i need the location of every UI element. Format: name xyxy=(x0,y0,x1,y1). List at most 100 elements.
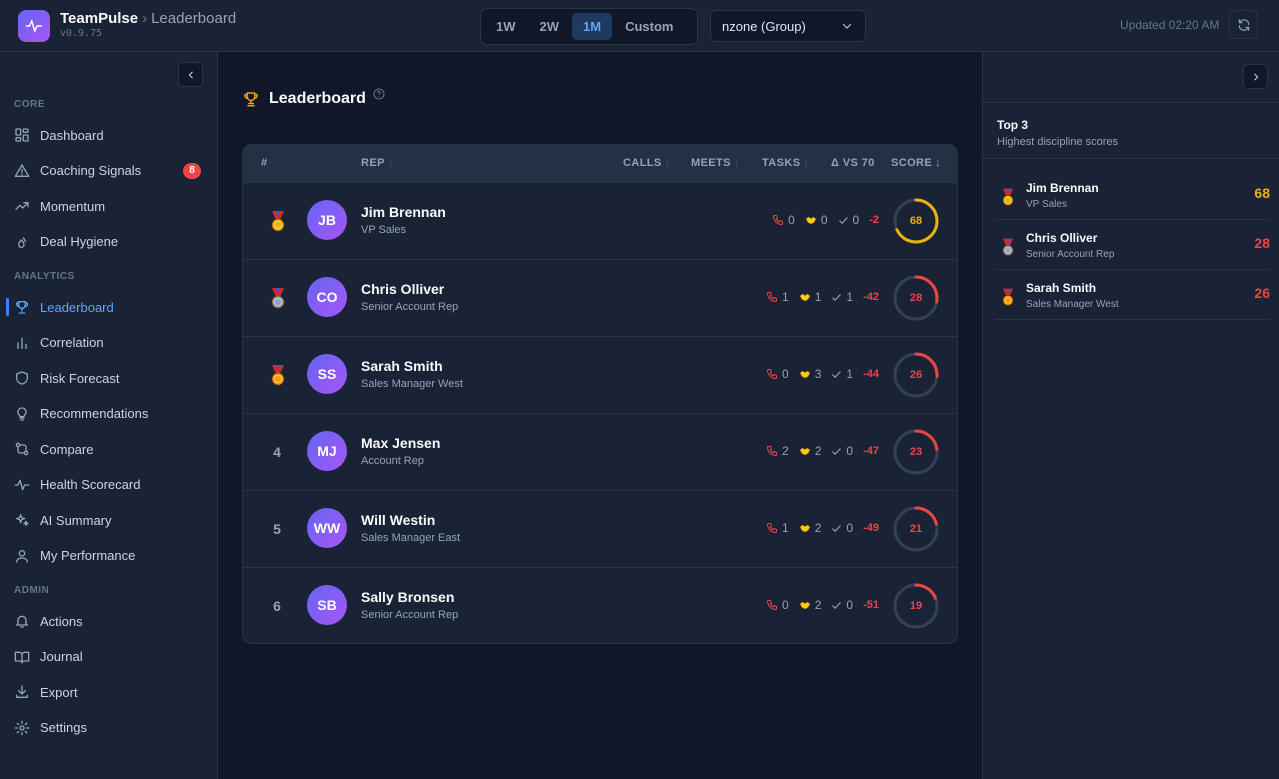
sidebar-item-momentum[interactable]: Momentum xyxy=(0,191,217,221)
sidebar-item-deal-hygiene[interactable]: Deal Hygiene xyxy=(0,227,217,257)
tasks-stat: 0 xyxy=(831,598,853,612)
handshake-icon xyxy=(799,293,811,302)
avatar: SS xyxy=(307,354,347,394)
table-row[interactable]: 6 SB Sally Bronsen Senior Account Rep 0 2 0 -51… xyxy=(243,567,957,643)
calls-stat: 0 xyxy=(766,598,789,612)
rep-name[interactable]: Max Jensen xyxy=(361,435,440,451)
sort-icon: ↕ xyxy=(803,157,809,169)
table-row[interactable]: 4 MJ Max Jensen Account Rep 2 2 0 -47 23 xyxy=(243,413,957,490)
rep-name[interactable]: Sarah Smith xyxy=(361,358,443,374)
page-header: Leaderboard xyxy=(242,88,385,108)
chevron-down-icon xyxy=(842,23,852,29)
score-value: 28 xyxy=(909,292,923,304)
col-score[interactable]: SCORE ↓ xyxy=(891,157,941,169)
sidebar-item-coaching-signals[interactable]: Coaching Signals 8 xyxy=(0,156,217,186)
handshake-icon xyxy=(799,447,811,456)
medal-bronze-icon xyxy=(266,363,290,392)
sidebar-item-health-scorecard[interactable]: Health Scorecard xyxy=(0,470,217,500)
top3-item[interactable]: Sarah Smith Sales Manager West 26 xyxy=(995,270,1270,320)
gear-icon xyxy=(14,720,30,736)
range-button-1w[interactable]: 1W xyxy=(485,13,527,40)
group-select[interactable]: nzone (Group) xyxy=(710,10,866,42)
sidebar-item-dashboard[interactable]: Dashboard xyxy=(0,120,217,150)
activity-stats: 2 2 0 -47 xyxy=(756,444,879,458)
rep-role: Senior Account Rep xyxy=(361,301,459,313)
check-icon xyxy=(832,601,842,609)
leaderboard-table: # REP ↕ CALLS ↕ MEETS ↕ TASKS ↕ Δ VS 70 SCOR… xyxy=(242,144,958,644)
sidebar-item-leaderboard[interactable]: Leaderboard xyxy=(0,292,217,322)
trophy-icon xyxy=(14,299,30,315)
app-name: TeamPulse xyxy=(60,10,139,27)
col-rep[interactable]: REP ↕ xyxy=(361,157,393,169)
range-button-1m[interactable]: 1M xyxy=(572,13,613,40)
avatar: SB xyxy=(307,585,347,625)
sidebar-item-risk-forecast[interactable]: Risk Forecast xyxy=(0,363,217,393)
rep-role: Sales Manager West xyxy=(361,378,463,390)
delta-vs-target: -49 xyxy=(863,522,879,534)
calls-count: 1 xyxy=(782,290,789,304)
top3-role: VP Sales xyxy=(1026,199,1067,210)
table-header: # REP ↕ CALLS ↕ MEETS ↕ TASKS ↕ Δ VS 70 SCOR… xyxy=(243,145,957,182)
group-select-value: nzone (Group) xyxy=(722,18,806,34)
table-row[interactable]: SS Sarah Smith Sales Manager West 0 3 1 -44 26 xyxy=(243,336,957,413)
meets-stat: 3 xyxy=(799,367,822,381)
tasks-count: 0 xyxy=(846,444,854,458)
top3-header: Top 3 Highest discipline scores xyxy=(983,102,1279,159)
collapse-sidebar-button[interactable] xyxy=(178,62,203,87)
calls-count: 0 xyxy=(782,598,789,612)
sidebar-item-my-performance[interactable]: My Performance xyxy=(0,541,217,571)
sidebar-item-recommendations[interactable]: Recommendations xyxy=(0,399,217,429)
sort-icon: ↕ xyxy=(387,157,394,169)
avatar: CO xyxy=(307,277,347,317)
table-row[interactable]: JB Jim Brennan VP Sales 0 0 0 -2 68 xyxy=(243,182,957,259)
range-button-2w[interactable]: 2W xyxy=(529,13,571,40)
calls-stat: 2 xyxy=(766,444,789,458)
rep-name[interactable]: Sally Bronsen xyxy=(361,589,454,605)
collapse-panel-button[interactable] xyxy=(1243,64,1268,89)
col-tasks[interactable]: TASKS ↕ xyxy=(762,157,809,169)
range-button-custom[interactable]: Custom xyxy=(614,13,684,40)
handshake-icon xyxy=(799,601,811,610)
tasks-count: 0 xyxy=(846,598,854,612)
check-icon xyxy=(838,216,848,224)
handshake-icon xyxy=(799,524,811,533)
phone-icon xyxy=(767,292,778,302)
rep-role: Account Rep xyxy=(361,455,424,467)
sidebar-item-label: Journal xyxy=(40,649,83,664)
top3-item[interactable]: Jim Brennan VP Sales 68 xyxy=(995,170,1270,220)
meets-count: 1 xyxy=(814,290,822,304)
sidebar-item-correlation[interactable]: Correlation xyxy=(0,328,217,358)
sidebar-item-label: Compare xyxy=(40,441,94,457)
sidebar-item-settings[interactable]: Settings xyxy=(0,713,217,743)
breadcrumb: Leaderboard xyxy=(151,10,237,27)
col-meets[interactable]: MEETS ↕ xyxy=(691,157,739,169)
app-version: v0.9.75 xyxy=(60,28,103,39)
col-delta[interactable]: Δ VS 70 xyxy=(831,157,875,169)
sidebar-item-actions[interactable]: Actions xyxy=(0,606,217,636)
calls-stat: 1 xyxy=(766,290,789,304)
rep-name[interactable]: Chris Olliver xyxy=(361,281,444,297)
chevron-right-icon xyxy=(1253,73,1258,80)
avatar: JB xyxy=(307,200,347,240)
sidebar-item-journal[interactable]: Journal xyxy=(0,642,217,672)
tasks-count: 1 xyxy=(846,290,854,304)
help-icon[interactable] xyxy=(373,88,385,100)
activity-stats: 1 2 0 -49 xyxy=(756,521,879,535)
app-logo[interactable] xyxy=(18,10,50,42)
table-row[interactable]: CO Chris Olliver Senior Account Rep 1 1 1 -42 2… xyxy=(243,259,957,336)
sidebar-item-export[interactable]: Export xyxy=(0,677,217,707)
sidebar-item-compare[interactable]: Compare xyxy=(0,434,217,464)
col-tasks-label: TASKS xyxy=(762,157,801,169)
col-calls[interactable]: CALLS ↕ xyxy=(623,157,670,169)
tasks-stat: 0 xyxy=(831,444,853,458)
delta-vs-target: -44 xyxy=(863,368,879,380)
sidebar-item-ai-summary[interactable]: AI Summary xyxy=(0,505,217,535)
table-row[interactable]: 5 WW Will Westin Sales Manager East 1 2 0 -49 21 xyxy=(243,490,957,567)
rep-name[interactable]: Will Westin xyxy=(361,512,435,528)
nav-section-label: ADMIN xyxy=(14,585,50,596)
score-value: 23 xyxy=(909,446,923,458)
top3-item[interactable]: Chris Olliver Senior Account Rep 28 xyxy=(995,220,1270,270)
rep-name[interactable]: Jim Brennan xyxy=(361,204,446,220)
meets-count: 3 xyxy=(814,367,822,381)
refresh-button[interactable] xyxy=(1229,10,1258,39)
